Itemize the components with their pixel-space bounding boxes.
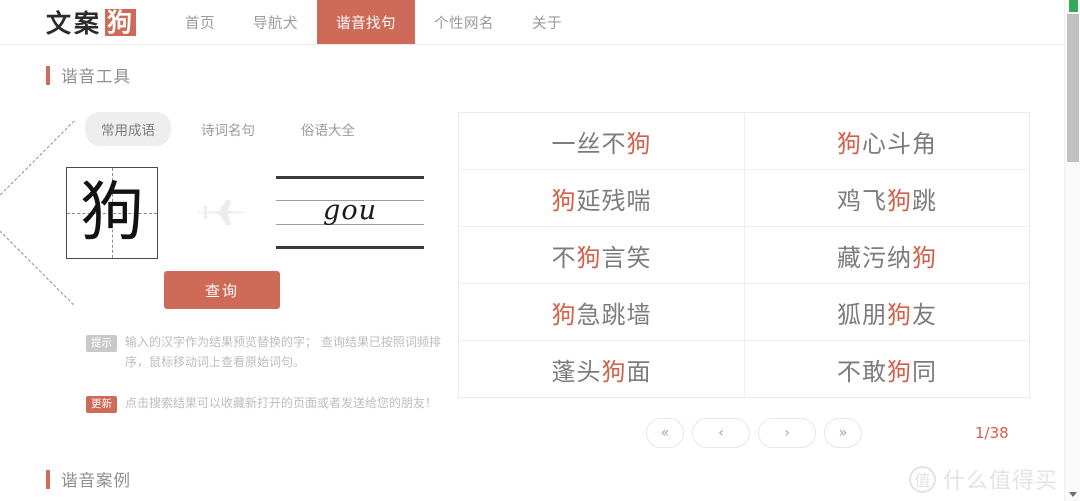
result-cell[interactable]: 藏污纳狗 — [744, 227, 1029, 283]
logo-text: 文案 — [46, 9, 103, 38]
badge-tip: 提示 — [86, 335, 117, 353]
result-cell[interactable]: 狗急跳墙 — [459, 284, 744, 340]
result-highlight: 狗 — [551, 300, 577, 329]
grid-line-diagonal-2 — [0, 120, 75, 214]
pinyin-line-top — [276, 176, 424, 179]
tab-common-idioms[interactable]: 常用成语 — [85, 112, 171, 146]
logo-badge-dog: 狗 — [105, 7, 137, 37]
result-highlight: 狗 — [887, 186, 912, 215]
result-highlight: 狗 — [601, 357, 627, 386]
result-highlight: 狗 — [551, 186, 577, 215]
section-accent-bar — [46, 65, 50, 85]
result-cell[interactable]: 鸡飞狗跳 — [744, 170, 1029, 226]
result-cell[interactable]: 狗心斗角 — [744, 113, 1029, 169]
note-tip: 提示 输入的汉字作为结果预览替换的字； 查询结果已按照词频排序，鼠标移动词上查看… — [86, 333, 446, 373]
result-post: 面 — [626, 357, 652, 386]
scrollbar-down-arrow-icon[interactable] — [1069, 492, 1077, 497]
grid-line-diagonal-1 — [0, 212, 74, 306]
result-pre: 鸡飞 — [837, 186, 887, 215]
result-cell[interactable]: 狐朋狗友 — [744, 284, 1029, 340]
pinyin-text: gou — [323, 195, 377, 226]
result-post: 心斗角 — [862, 129, 937, 158]
result-highlight: 狗 — [887, 357, 912, 386]
table-row: 一丝不狗 狗心斗角 — [459, 113, 1029, 169]
nav-item-homophone-search[interactable]: 谐音找句 — [317, 0, 416, 44]
note-update-text: 点击搜索结果可以收藏新打开的页面或者发送给您的朋友！ — [125, 395, 438, 410]
watermark: 值 什么值得买 — [908, 463, 1058, 495]
table-row: 狗延残喘 鸡飞狗跳 — [459, 169, 1029, 226]
result-pre: 不敢 — [837, 357, 887, 386]
nav-item-home[interactable]: 首页 — [166, 0, 234, 44]
pagination-first-button[interactable]: « — [646, 418, 684, 448]
result-post: 同 — [912, 357, 937, 386]
result-pre: 不 — [551, 243, 577, 272]
input-character: 狗 — [80, 176, 144, 250]
pagination-next-button[interactable]: › — [758, 418, 816, 448]
result-cell[interactable]: 蓬头狗面 — [459, 341, 744, 397]
result-pre: 狐朋 — [837, 300, 887, 329]
result-post: 延残喘 — [576, 186, 652, 215]
pinyin-line-bottom — [276, 246, 424, 249]
section-header-case: 谐音案例 — [46, 467, 131, 491]
result-cell[interactable]: 一丝不狗 — [459, 113, 744, 169]
section-title-tool: 谐音工具 — [61, 67, 131, 86]
table-row: 不狗言笑 藏污纳狗 — [459, 226, 1029, 283]
tab-proverbs[interactable]: 俗语大全 — [285, 112, 371, 146]
nav-item-navigation[interactable]: 导航犬 — [234, 0, 317, 44]
result-cell[interactable]: 狗延残喘 — [459, 170, 744, 226]
section-accent-bar — [46, 469, 50, 489]
top-navbar: 文案狗 首页 导航犬 谐音找句 个性网名 关于 — [0, 0, 1064, 45]
result-pre: 藏污纳 — [837, 243, 912, 272]
table-row: 蓬头狗面 不敢狗同 — [459, 340, 1029, 397]
nav-item-nickname[interactable]: 个性网名 — [415, 0, 513, 44]
tianzige-grid[interactable]: 狗 — [0, 120, 158, 306]
result-cell[interactable]: 不敢狗同 — [744, 341, 1029, 397]
note-tip-text: 输入的汉字作为结果预览替换的字； 查询结果已按照词频排序，鼠标移动词上查看原始词… — [125, 335, 441, 369]
result-pre: 蓬头 — [551, 357, 602, 386]
result-highlight: 狗 — [912, 243, 937, 272]
result-highlight: 狗 — [626, 129, 652, 158]
section-title-case: 谐音案例 — [61, 471, 131, 490]
category-tabs: 常用成语 诗词名句 俗语大全 — [85, 112, 446, 146]
scrollbar-top-indicator — [1069, 0, 1078, 12]
scrollbar-thumb[interactable] — [1067, 14, 1079, 162]
tab-poetry-lines[interactable]: 诗词名句 — [185, 112, 271, 146]
result-post: 跳 — [912, 186, 937, 215]
pagination-prev-button[interactable]: ‹ — [692, 418, 750, 448]
tool-panel: 常用成语 诗词名句 俗语大全 狗 gou 查询 提示 输入的汉字作为结果预览替换… — [0, 112, 446, 414]
result-cell[interactable]: 不狗言笑 — [459, 227, 744, 283]
pagination: « ‹ › » — [646, 418, 870, 448]
result-highlight: 狗 — [837, 129, 862, 158]
airplane-icon — [197, 200, 249, 225]
result-highlight: 狗 — [887, 300, 912, 329]
pinyin-staff: gou — [276, 176, 424, 250]
result-highlight: 狗 — [576, 243, 602, 272]
result-post: 友 — [912, 300, 937, 329]
character-conversion-row: 狗 gou — [0, 120, 446, 306]
badge-update: 更新 — [86, 395, 117, 413]
table-row: 狗急跳墙 狐朋狗友 — [459, 283, 1029, 340]
note-update: 更新 点击搜索结果可以收藏新打开的页面或者发送给您的朋友！ — [86, 394, 446, 414]
result-post: 急跳墙 — [576, 300, 652, 329]
watermark-logo-icon: 值 — [908, 465, 936, 493]
watermark-text: 什么值得买 — [942, 469, 1058, 494]
pagination-last-button[interactable]: » — [824, 418, 862, 448]
nav-items: 首页 导航犬 谐音找句 个性网名 关于 — [166, 0, 581, 44]
site-logo[interactable]: 文案狗 — [46, 0, 137, 44]
nav-item-about[interactable]: 关于 — [513, 0, 581, 44]
results-table: 一丝不狗 狗心斗角 狗延残喘 鸡飞狗跳 不狗言笑 藏污纳狗 狗急跳墙 狐朋狗友 … — [458, 112, 1030, 398]
page-root: 文案狗 首页 导航犬 谐音找句 个性网名 关于 谐音工具 常用成语 诗词名句 俗… — [0, 0, 1080, 501]
pagination-count: 1/38 — [975, 424, 1009, 442]
query-button[interactable]: 查询 — [164, 271, 280, 309]
result-post: 言笑 — [601, 243, 652, 272]
result-pre: 一丝不 — [551, 129, 627, 158]
scrollbar-track[interactable] — [1064, 0, 1080, 501]
section-header-tool: 谐音工具 — [46, 63, 131, 87]
